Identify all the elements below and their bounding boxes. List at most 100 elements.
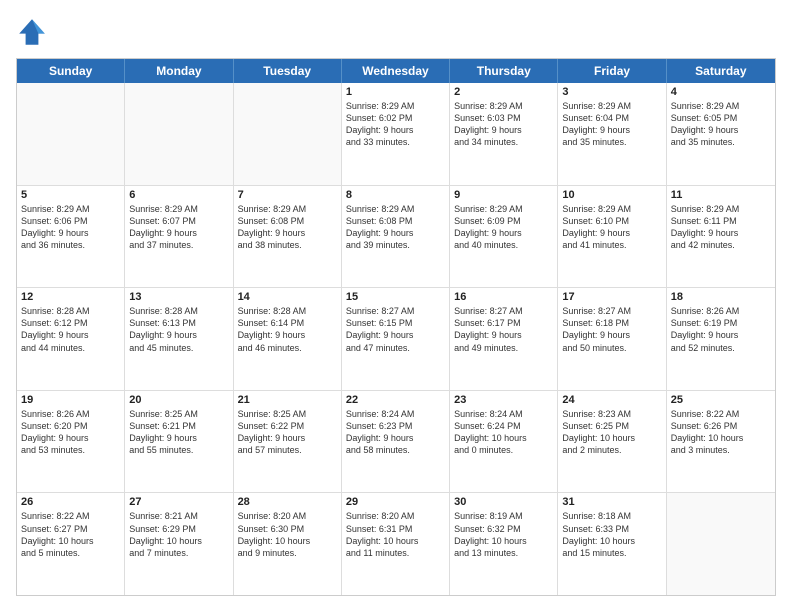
weekday-header-friday: Friday — [558, 59, 666, 83]
day-cell-29: 29 Sunrise: 8:20 AM Sunset: 6:31 PM Dayli… — [342, 493, 450, 595]
day-cell-18: 18 Sunrise: 8:26 AM Sunset: 6:19 PM Dayli… — [667, 288, 775, 390]
day-cell-5: 5Sunrise: 8:29 AM Sunset: 6:06 PM Daylig… — [17, 186, 125, 288]
day-number-18: 18 — [671, 291, 771, 303]
day-number-23: 23 — [454, 394, 553, 406]
day-cell-1: 1 Sunrise: 8:29 AM Sunset: 6:02 PM Daylig… — [342, 83, 450, 185]
day-info-8: Sunrise: 8:29 AM Sunset: 6:08 PM Dayligh… — [346, 203, 445, 252]
calendar-header: SundayMondayTuesdayWednesdayThursdayFrid… — [17, 59, 775, 83]
day-number-8: 8 — [346, 189, 445, 201]
day-cell-20: 20Sunrise: 8:25 AM Sunset: 6:21 PM Dayli… — [125, 391, 233, 493]
day-info-7: Sunrise: 8:29 AM Sunset: 6:08 PM Dayligh… — [238, 203, 337, 252]
empty-cell — [17, 83, 125, 185]
day-number-11: 11 — [671, 189, 771, 201]
day-info-22: Sunrise: 8:24 AM Sunset: 6:23 PM Dayligh… — [346, 408, 445, 457]
day-info-4: Sunrise: 8:29 AM Sunset: 6:05 PM Dayligh… — [671, 100, 771, 149]
weekday-header-sunday: Sunday — [17, 59, 125, 83]
day-cell-8: 8 Sunrise: 8:29 AM Sunset: 6:08 PM Daylig… — [342, 186, 450, 288]
header — [16, 16, 776, 48]
day-info-31: Sunrise: 8:18 AM Sunset: 6:33 PM Dayligh… — [562, 510, 661, 559]
day-info-1: Sunrise: 8:29 AM Sunset: 6:02 PM Dayligh… — [346, 100, 445, 149]
day-number-29: 29 — [346, 496, 445, 508]
day-number-7: 7 — [238, 189, 337, 201]
page: SundayMondayTuesdayWednesdayThursdayFrid… — [0, 0, 792, 612]
day-info-13: Sunrise: 8:28 AM Sunset: 6:13 PM Dayligh… — [129, 305, 228, 354]
day-cell-7: 7 Sunrise: 8:29 AM Sunset: 6:08 PM Daylig… — [234, 186, 342, 288]
day-number-24: 24 — [562, 394, 661, 406]
day-cell-19: 19 Sunrise: 8:26 AM Sunset: 6:20 PM Dayli… — [17, 391, 125, 493]
day-number-26: 26 — [21, 496, 120, 508]
day-number-25: 25 — [671, 394, 771, 406]
day-number-9: 9 — [454, 189, 553, 201]
day-cell-30: 30 Sunrise: 8:19 AM Sunset: 6:32 PM Dayli… — [450, 493, 558, 595]
calendar-row-5: 26 Sunrise: 8:22 AM Sunset: 6:27 PM Dayli… — [17, 493, 775, 595]
day-number-30: 30 — [454, 496, 553, 508]
calendar-body: 1 Sunrise: 8:29 AM Sunset: 6:02 PM Daylig… — [17, 83, 775, 595]
day-number-27: 27 — [129, 496, 228, 508]
day-cell-31: 31 Sunrise: 8:18 AM Sunset: 6:33 PM Dayli… — [558, 493, 666, 595]
day-info-26: Sunrise: 8:22 AM Sunset: 6:27 PM Dayligh… — [21, 510, 120, 559]
day-info-14: Sunrise: 8:28 AM Sunset: 6:14 PM Dayligh… — [238, 305, 337, 354]
empty-cell — [125, 83, 233, 185]
day-info-19: Sunrise: 8:26 AM Sunset: 6:20 PM Dayligh… — [21, 408, 120, 457]
day-number-16: 16 — [454, 291, 553, 303]
day-number-14: 14 — [238, 291, 337, 303]
day-info-15: Sunrise: 8:27 AM Sunset: 6:15 PM Dayligh… — [346, 305, 445, 354]
weekday-header-monday: Monday — [125, 59, 233, 83]
logo — [16, 16, 52, 48]
day-info-3: Sunrise: 8:29 AM Sunset: 6:04 PM Dayligh… — [562, 100, 661, 149]
day-number-10: 10 — [562, 189, 661, 201]
logo-icon — [16, 16, 48, 48]
day-number-31: 31 — [562, 496, 661, 508]
day-info-24: Sunrise: 8:23 AM Sunset: 6:25 PM Dayligh… — [562, 408, 661, 457]
day-cell-28: 28Sunrise: 8:20 AM Sunset: 6:30 PM Dayli… — [234, 493, 342, 595]
day-number-1: 1 — [346, 86, 445, 98]
day-info-29: Sunrise: 8:20 AM Sunset: 6:31 PM Dayligh… — [346, 510, 445, 559]
day-number-28: 28 — [238, 496, 337, 508]
calendar: SundayMondayTuesdayWednesdayThursdayFrid… — [16, 58, 776, 596]
weekday-header-saturday: Saturday — [667, 59, 775, 83]
day-number-22: 22 — [346, 394, 445, 406]
day-number-3: 3 — [562, 86, 661, 98]
day-cell-24: 24 Sunrise: 8:23 AM Sunset: 6:25 PM Dayli… — [558, 391, 666, 493]
day-number-15: 15 — [346, 291, 445, 303]
day-info-21: Sunrise: 8:25 AM Sunset: 6:22 PM Dayligh… — [238, 408, 337, 457]
day-info-10: Sunrise: 8:29 AM Sunset: 6:10 PM Dayligh… — [562, 203, 661, 252]
day-number-20: 20 — [129, 394, 228, 406]
day-info-18: Sunrise: 8:26 AM Sunset: 6:19 PM Dayligh… — [671, 305, 771, 354]
day-info-17: Sunrise: 8:27 AM Sunset: 6:18 PM Dayligh… — [562, 305, 661, 354]
day-number-19: 19 — [21, 394, 120, 406]
calendar-row-4: 19 Sunrise: 8:26 AM Sunset: 6:20 PM Dayli… — [17, 391, 775, 494]
day-cell-21: 21Sunrise: 8:25 AM Sunset: 6:22 PM Dayli… — [234, 391, 342, 493]
calendar-row-1: 1 Sunrise: 8:29 AM Sunset: 6:02 PM Daylig… — [17, 83, 775, 186]
day-cell-26: 26 Sunrise: 8:22 AM Sunset: 6:27 PM Dayli… — [17, 493, 125, 595]
day-cell-10: 10 Sunrise: 8:29 AM Sunset: 6:10 PM Dayli… — [558, 186, 666, 288]
day-cell-11: 11 Sunrise: 8:29 AM Sunset: 6:11 PM Dayli… — [667, 186, 775, 288]
empty-cell — [234, 83, 342, 185]
day-info-27: Sunrise: 8:21 AM Sunset: 6:29 PM Dayligh… — [129, 510, 228, 559]
day-cell-6: 6Sunrise: 8:29 AM Sunset: 6:07 PM Daylig… — [125, 186, 233, 288]
calendar-row-3: 12Sunrise: 8:28 AM Sunset: 6:12 PM Dayli… — [17, 288, 775, 391]
day-info-5: Sunrise: 8:29 AM Sunset: 6:06 PM Dayligh… — [21, 203, 120, 252]
day-info-16: Sunrise: 8:27 AM Sunset: 6:17 PM Dayligh… — [454, 305, 553, 354]
weekday-header-wednesday: Wednesday — [342, 59, 450, 83]
weekday-header-thursday: Thursday — [450, 59, 558, 83]
day-info-11: Sunrise: 8:29 AM Sunset: 6:11 PM Dayligh… — [671, 203, 771, 252]
day-cell-4: 4 Sunrise: 8:29 AM Sunset: 6:05 PM Daylig… — [667, 83, 775, 185]
day-cell-9: 9Sunrise: 8:29 AM Sunset: 6:09 PM Daylig… — [450, 186, 558, 288]
day-info-23: Sunrise: 8:24 AM Sunset: 6:24 PM Dayligh… — [454, 408, 553, 457]
day-cell-25: 25 Sunrise: 8:22 AM Sunset: 6:26 PM Dayli… — [667, 391, 775, 493]
day-cell-15: 15 Sunrise: 8:27 AM Sunset: 6:15 PM Dayli… — [342, 288, 450, 390]
day-number-17: 17 — [562, 291, 661, 303]
calendar-row-2: 5Sunrise: 8:29 AM Sunset: 6:06 PM Daylig… — [17, 186, 775, 289]
day-number-12: 12 — [21, 291, 120, 303]
day-number-4: 4 — [671, 86, 771, 98]
day-cell-16: 16 Sunrise: 8:27 AM Sunset: 6:17 PM Dayli… — [450, 288, 558, 390]
day-cell-14: 14 Sunrise: 8:28 AM Sunset: 6:14 PM Dayli… — [234, 288, 342, 390]
day-cell-13: 13Sunrise: 8:28 AM Sunset: 6:13 PM Dayli… — [125, 288, 233, 390]
day-info-30: Sunrise: 8:19 AM Sunset: 6:32 PM Dayligh… — [454, 510, 553, 559]
day-cell-17: 17 Sunrise: 8:27 AM Sunset: 6:18 PM Dayli… — [558, 288, 666, 390]
day-cell-3: 3 Sunrise: 8:29 AM Sunset: 6:04 PM Daylig… — [558, 83, 666, 185]
day-info-6: Sunrise: 8:29 AM Sunset: 6:07 PM Dayligh… — [129, 203, 228, 252]
weekday-header-tuesday: Tuesday — [234, 59, 342, 83]
day-info-25: Sunrise: 8:22 AM Sunset: 6:26 PM Dayligh… — [671, 408, 771, 457]
